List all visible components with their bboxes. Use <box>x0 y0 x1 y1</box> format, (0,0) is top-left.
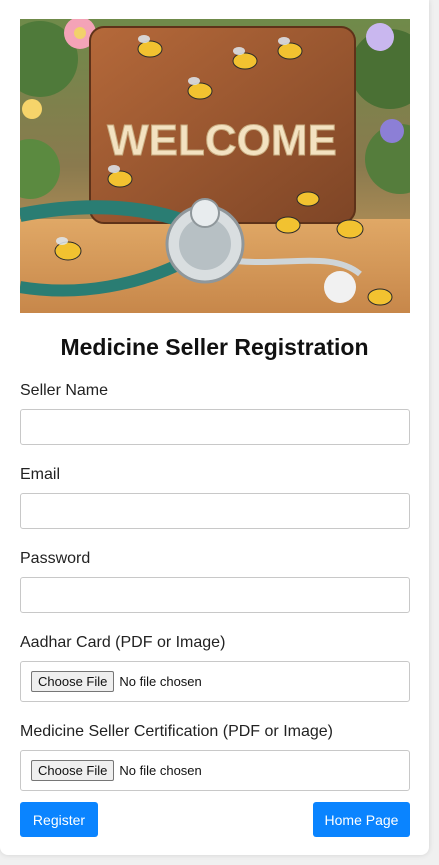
home-page-button[interactable]: Home Page <box>313 802 410 837</box>
aadhar-choose-file-button[interactable]: Choose File <box>31 671 115 692</box>
register-button[interactable]: Register <box>20 802 98 837</box>
welcome-sign-text: WELCOME <box>107 116 337 165</box>
aadhar-card-label: Aadhar Card (PDF or Image) <box>20 634 226 651</box>
welcome-illustration: WELCOME <box>20 19 410 313</box>
certification-file-status: No file chosen <box>119 763 202 778</box>
password-input[interactable] <box>20 577 410 613</box>
certification-file-input[interactable]: Choose File No file chosen <box>20 750 410 791</box>
aadhar-card-file-input[interactable]: Choose File No file chosen <box>20 661 410 702</box>
password-label: Password <box>20 550 91 567</box>
email-label: Email <box>20 466 61 483</box>
aadhar-file-status: No file chosen <box>119 674 202 689</box>
seller-name-input[interactable] <box>20 409 410 445</box>
certification-choose-file-button[interactable]: Choose File <box>31 760 115 781</box>
page-title: Medicine Seller Registration <box>60 334 369 360</box>
welcome-banner-image: WELCOME <box>20 19 410 313</box>
certification-label: Medicine Seller Certification (PDF or Im… <box>20 723 333 740</box>
email-input[interactable] <box>20 493 410 529</box>
registration-card: WELCOME Medicine Seller Registration Sel… <box>0 0 429 855</box>
seller-name-label: Seller Name <box>20 382 109 399</box>
